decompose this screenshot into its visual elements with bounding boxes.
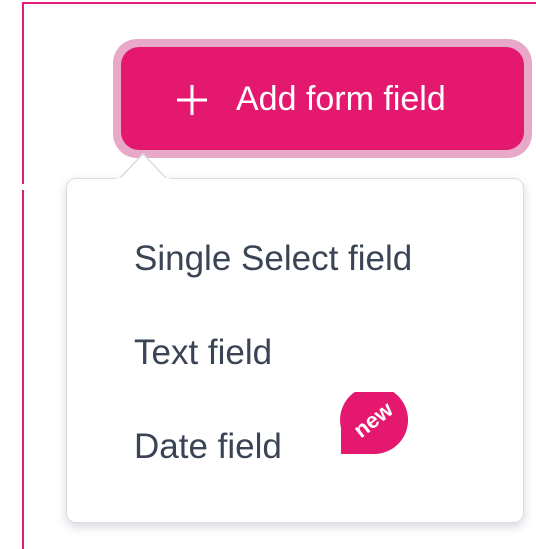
frame-border-left	[22, 2, 24, 549]
add-form-field-label: Add form field	[236, 80, 446, 118]
frame-border-gap	[22, 184, 24, 190]
add-form-field-button[interactable]: Add form field	[121, 47, 524, 150]
frame-border-top	[22, 2, 536, 4]
dropdown-pointer	[117, 152, 169, 180]
new-badge: new	[339, 386, 417, 454]
add-form-field-button-focus-ring: Add form field	[113, 39, 532, 158]
menu-item-date-field[interactable]: Date field	[134, 425, 282, 469]
menu-item-single-select-field[interactable]: Single Select field	[134, 237, 412, 281]
form-field-dropdown-menu: Single Select field Text field Date fiel…	[66, 178, 524, 523]
menu-item-text-field[interactable]: Text field	[134, 331, 272, 375]
plus-icon	[177, 85, 207, 115]
